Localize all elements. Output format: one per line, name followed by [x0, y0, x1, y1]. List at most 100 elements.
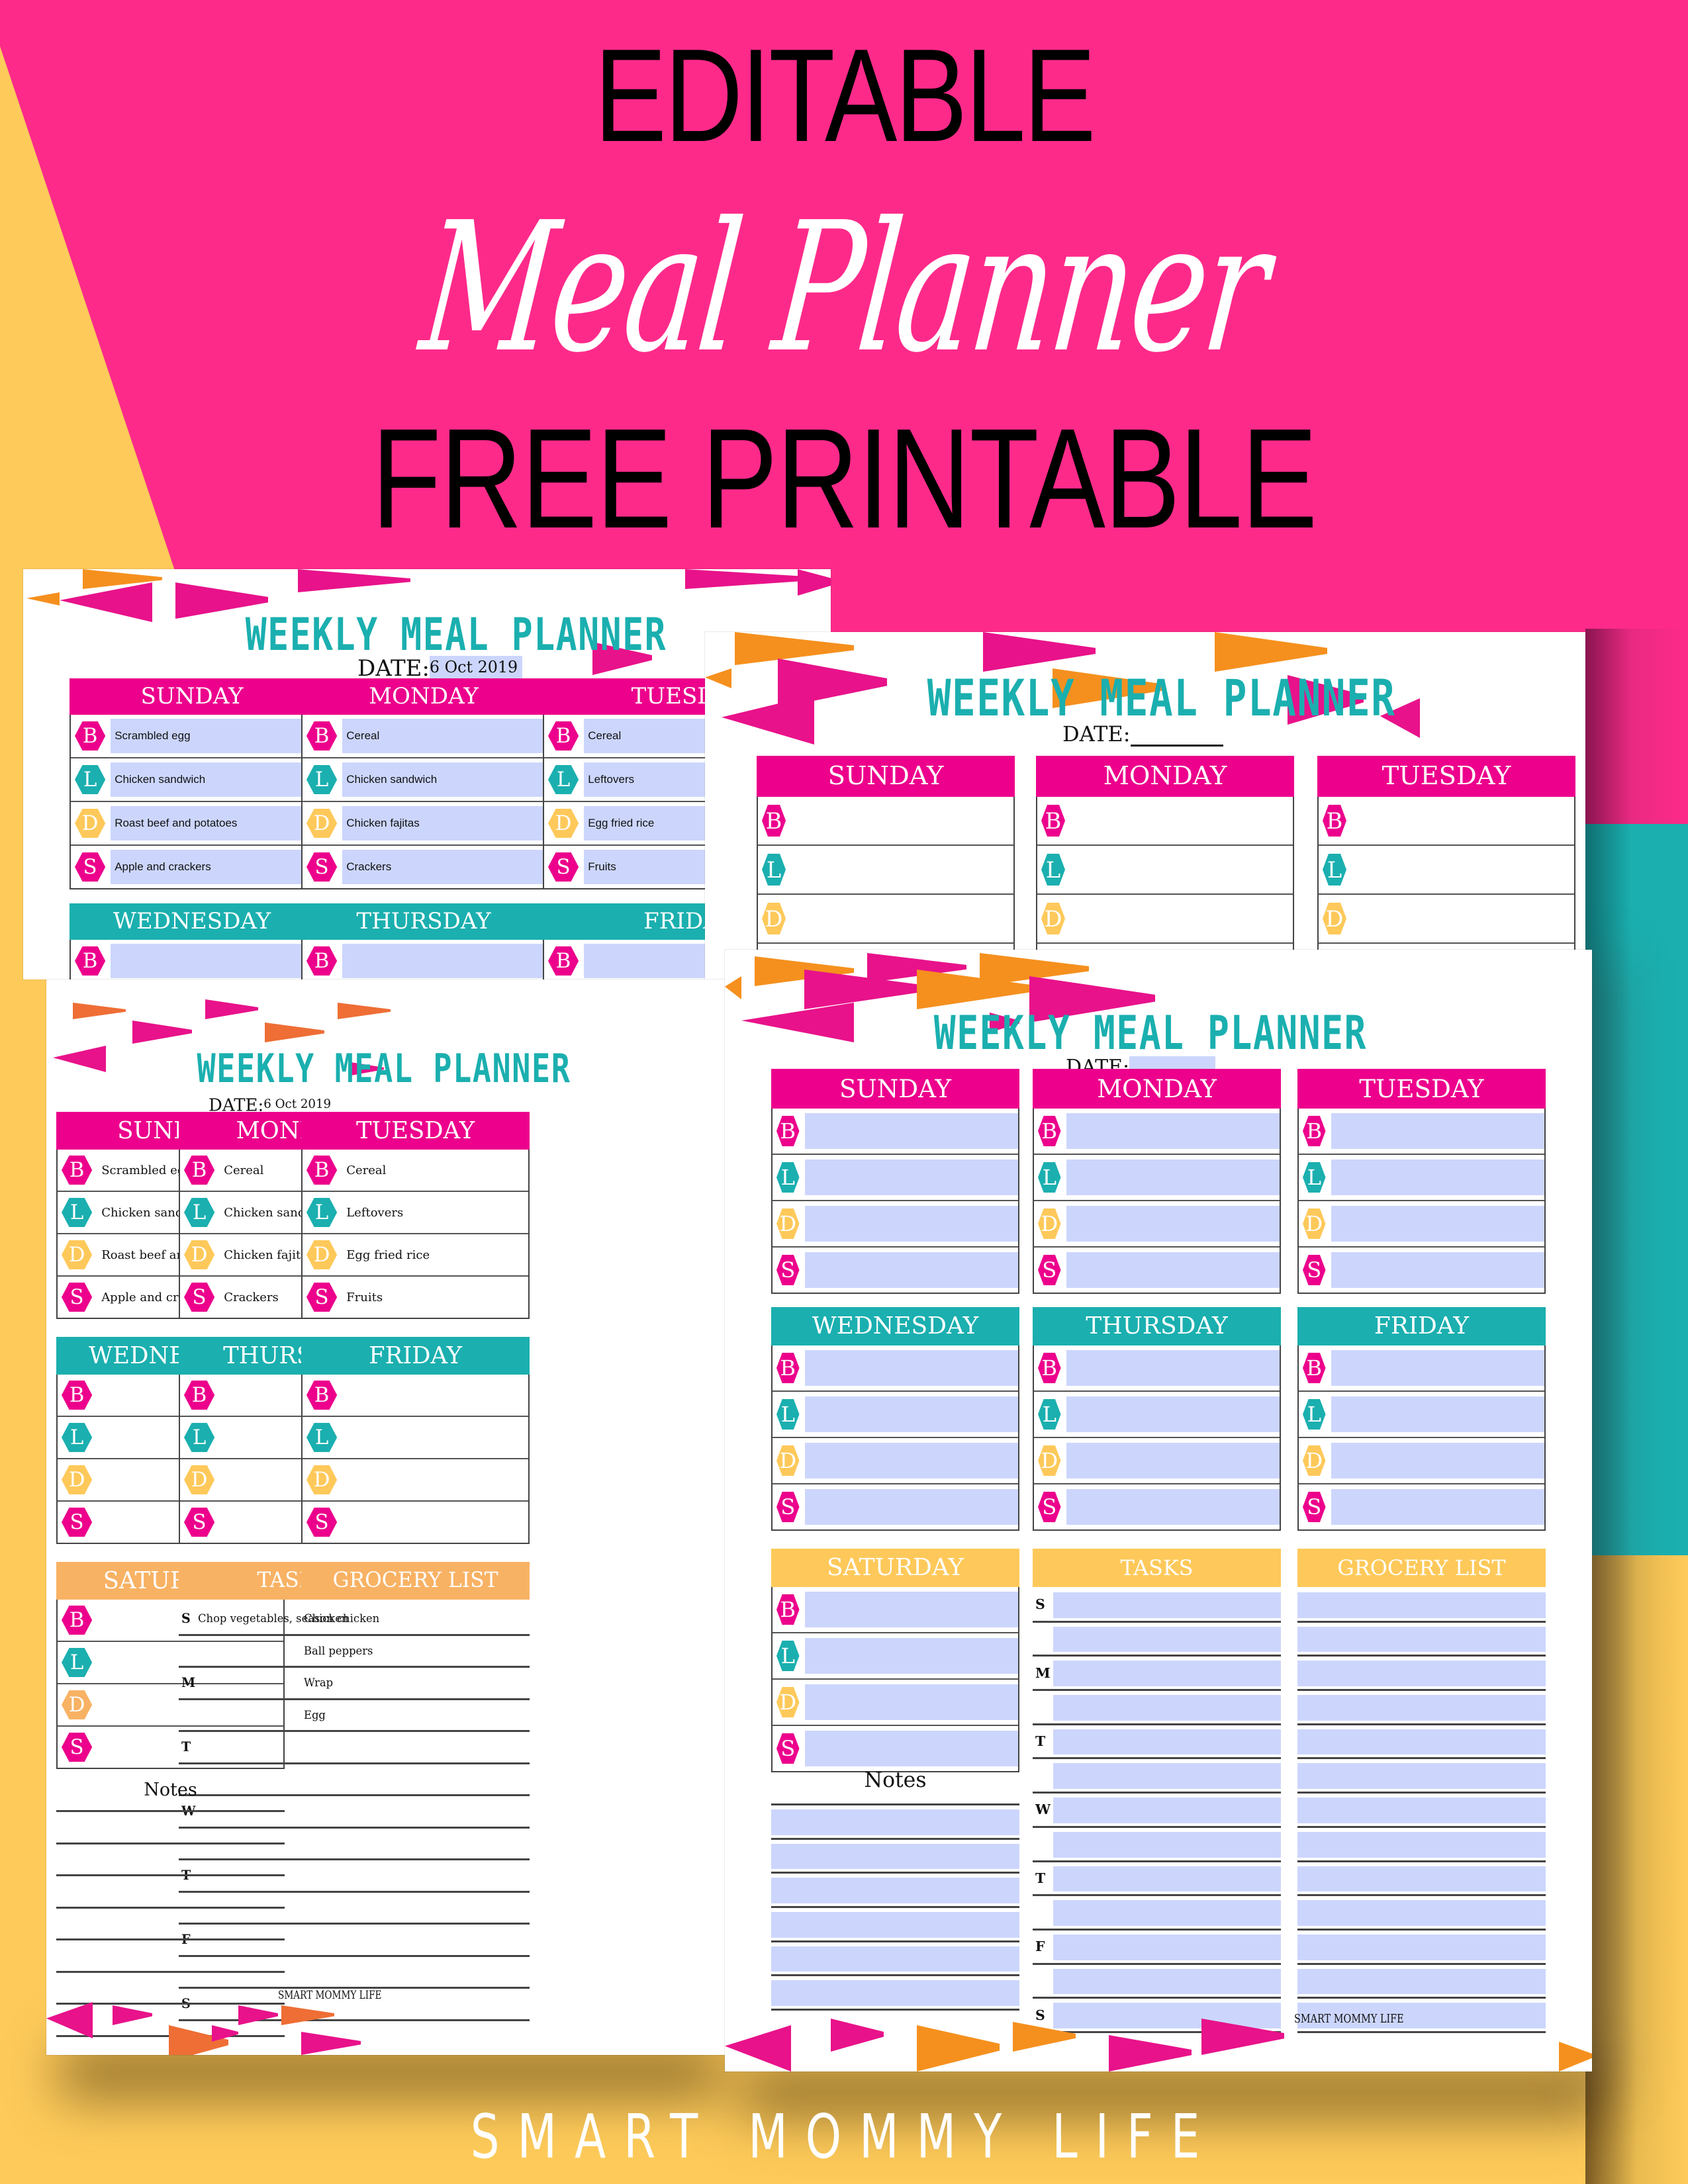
task-input[interactable]	[1053, 1729, 1281, 1755]
meal-input[interactable]	[804, 1159, 1018, 1196]
grocery-input[interactable]	[1297, 1900, 1546, 1926]
grocery-input[interactable]	[1297, 1592, 1546, 1618]
meal-input[interactable]	[1066, 1396, 1280, 1433]
meal-input[interactable]	[342, 944, 545, 978]
task-input[interactable]	[1053, 1797, 1281, 1823]
meal-input[interactable]	[1070, 895, 1293, 942]
grocery-input[interactable]	[301, 1925, 530, 1955]
meal-input[interactable]	[342, 1502, 528, 1543]
meal-input[interactable]: Chicken sandwich	[342, 762, 545, 797]
meal-input[interactable]: Chicken sandwich	[111, 762, 313, 797]
meal-input[interactable]	[1331, 1205, 1544, 1242]
meal-input[interactable]	[1331, 1349, 1544, 1387]
meal-input[interactable]	[1066, 1205, 1280, 1242]
meal-input[interactable]	[342, 1375, 528, 1416]
meal-input[interactable]: Apple and crackers	[111, 850, 313, 884]
meal-input[interactable]: Scrambled egg	[111, 719, 313, 753]
meal-input[interactable]	[804, 1396, 1018, 1433]
task-input[interactable]	[1053, 1934, 1281, 1960]
notes-input[interactable]	[771, 1946, 1019, 1972]
grocery-input[interactable]	[301, 1732, 530, 1762]
meal-input[interactable]: Leftovers	[342, 1192, 528, 1233]
meal-input[interactable]: Cereal	[342, 719, 545, 753]
task-input[interactable]	[1053, 1626, 1281, 1653]
meal-input[interactable]	[804, 1637, 1018, 1674]
meal-input[interactable]	[1066, 1442, 1280, 1479]
meal-input[interactable]: Egg fried rice	[342, 1234, 528, 1275]
notes-input[interactable]	[771, 1843, 1019, 1870]
meal-input[interactable]	[804, 1349, 1018, 1387]
grocery-input[interactable]	[301, 1764, 530, 1795]
meal-input[interactable]	[804, 1591, 1018, 1628]
grocery-input[interactable]	[1297, 1831, 1546, 1858]
notes-input[interactable]	[56, 1812, 285, 1843]
notes-input[interactable]	[56, 1940, 285, 1971]
meal-input[interactable]	[1331, 1113, 1544, 1150]
grocery-input[interactable]	[1297, 1626, 1546, 1653]
task-input[interactable]	[1053, 1866, 1281, 1892]
meal-input[interactable]	[804, 1488, 1018, 1525]
meal-input[interactable]	[804, 1113, 1018, 1150]
meal-input[interactable]	[804, 1251, 1018, 1289]
meal-input[interactable]	[1352, 895, 1574, 942]
task-input[interactable]	[1053, 1831, 1281, 1858]
notes-input[interactable]	[56, 1973, 285, 2003]
task-input[interactable]	[1053, 2003, 1281, 2028]
meal-input[interactable]	[804, 1205, 1018, 1242]
grocery-input[interactable]	[301, 1957, 530, 1987]
meal-input[interactable]: Fruits	[342, 1277, 528, 1318]
meal-input[interactable]	[1331, 1488, 1544, 1525]
task-input[interactable]	[1053, 1695, 1281, 1721]
meal-input[interactable]: Cereal	[342, 1150, 528, 1191]
grocery-input[interactable]	[301, 1893, 530, 1923]
meal-input[interactable]	[804, 1684, 1018, 1721]
meal-input[interactable]	[1331, 1159, 1544, 1196]
grocery-input[interactable]: Chicken	[301, 1604, 530, 1634]
meal-input[interactable]	[342, 1459, 528, 1500]
meal-input[interactable]: Crackers	[342, 850, 545, 884]
meal-input[interactable]	[1066, 1488, 1280, 1525]
task-input[interactable]	[1053, 1968, 1281, 1995]
grocery-input[interactable]	[1297, 1695, 1546, 1721]
grocery-input[interactable]	[301, 1829, 530, 1859]
meal-input[interactable]	[1331, 1251, 1544, 1289]
notes-input[interactable]	[56, 1844, 285, 1875]
date-input[interactable]	[1130, 722, 1223, 747]
meal-input[interactable]	[1331, 1396, 1544, 1433]
grocery-input[interactable]	[1297, 1934, 1546, 1960]
grocery-input[interactable]	[1297, 1866, 1546, 1892]
notes-input[interactable]	[771, 1809, 1019, 1835]
grocery-input[interactable]: Wrap	[301, 1668, 530, 1698]
notes-input[interactable]	[771, 1980, 1019, 2007]
meal-input[interactable]	[1066, 1349, 1280, 1387]
meal-input[interactable]	[1066, 1251, 1280, 1289]
notes-input[interactable]	[56, 1909, 285, 1939]
meal-input[interactable]	[1352, 797, 1574, 844]
meal-input[interactable]: Chicken fajitas	[342, 806, 545, 841]
meal-input[interactable]	[791, 797, 1013, 844]
grocery-input[interactable]	[301, 1796, 530, 1827]
grocery-input[interactable]	[1297, 1729, 1546, 1755]
task-input[interactable]	[1053, 1592, 1281, 1618]
meal-input[interactable]	[1066, 1159, 1280, 1196]
grocery-input[interactable]	[1297, 1968, 1546, 1995]
meal-input[interactable]	[791, 895, 1013, 942]
meal-input[interactable]: Roast beef and potatoes	[111, 806, 313, 841]
meal-input[interactable]	[111, 944, 313, 978]
grocery-input[interactable]: Egg	[301, 1700, 530, 1731]
grocery-input[interactable]	[1297, 1661, 1546, 1687]
notes-input[interactable]	[771, 1878, 1019, 1904]
meal-input[interactable]	[804, 1442, 1018, 1479]
meal-input[interactable]	[342, 1417, 528, 1458]
notes-input[interactable]	[771, 1912, 1019, 1938]
meal-input[interactable]	[1070, 797, 1293, 844]
meal-input[interactable]	[791, 846, 1013, 893]
task-input[interactable]	[1053, 1661, 1281, 1687]
meal-input[interactable]	[1331, 1442, 1544, 1479]
grocery-input[interactable]	[1297, 1797, 1546, 1823]
meal-input[interactable]	[1070, 846, 1293, 893]
grocery-input[interactable]	[1297, 1763, 1546, 1790]
task-input[interactable]	[1053, 1763, 1281, 1790]
meal-input[interactable]	[1066, 1113, 1280, 1150]
grocery-input[interactable]	[301, 1860, 530, 1891]
